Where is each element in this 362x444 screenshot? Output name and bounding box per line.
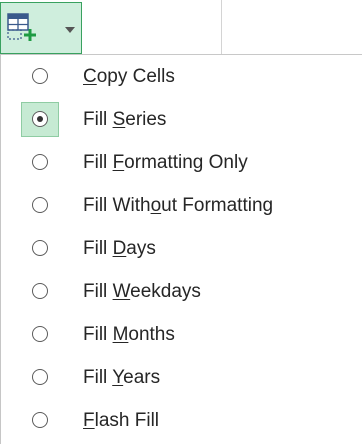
menu-item-label: Fill Without Formatting <box>83 195 274 216</box>
menu-item-fill-months[interactable]: Fill Months <box>1 313 362 356</box>
radio-button[interactable] <box>32 369 48 385</box>
menu-item-copy-cells[interactable]: Copy Cells <box>1 55 362 98</box>
chevron-down-icon <box>65 27 75 33</box>
menu-item-fill-without-formatting[interactable]: Fill Without Formatting <box>1 184 362 227</box>
auto-fill-options-menu: Copy Cells Fill Series Fill Formatting O… <box>0 55 362 444</box>
menu-item-label: Fill Weekdays <box>83 281 201 302</box>
menu-item-label: Flash Fill <box>83 410 160 431</box>
menu-item-fill-formatting-only[interactable]: Fill Formatting Only <box>1 141 362 184</box>
menu-item-fill-days[interactable]: Fill Days <box>1 227 362 270</box>
radio-button[interactable] <box>32 240 48 256</box>
menu-item-label: Fill Days <box>83 238 156 259</box>
auto-fill-options-button[interactable] <box>0 2 82 54</box>
menu-item-flash-fill[interactable]: Flash Fill <box>1 399 362 442</box>
menu-item-label: Copy Cells <box>83 66 175 87</box>
spreadsheet-strip <box>0 0 362 55</box>
menu-item-label: Fill Series <box>83 109 167 130</box>
cell-gridline <box>221 0 222 54</box>
menu-item-label: Fill Months <box>83 324 175 345</box>
menu-item-fill-weekdays[interactable]: Fill Weekdays <box>1 270 362 313</box>
menu-item-label: Fill Years <box>83 367 161 388</box>
radio-button-selected[interactable] <box>32 111 48 127</box>
menu-item-fill-years[interactable]: Fill Years <box>1 356 362 399</box>
menu-item-fill-series[interactable]: Fill Series <box>1 98 362 141</box>
radio-button[interactable] <box>32 197 48 213</box>
radio-button[interactable] <box>32 68 48 84</box>
menu-item-label: Fill Formatting Only <box>83 152 248 173</box>
radio-button[interactable] <box>32 326 48 342</box>
radio-button[interactable] <box>32 412 48 428</box>
radio-button[interactable] <box>32 283 48 299</box>
auto-fill-options-icon <box>7 13 36 41</box>
radio-button[interactable] <box>32 154 48 170</box>
